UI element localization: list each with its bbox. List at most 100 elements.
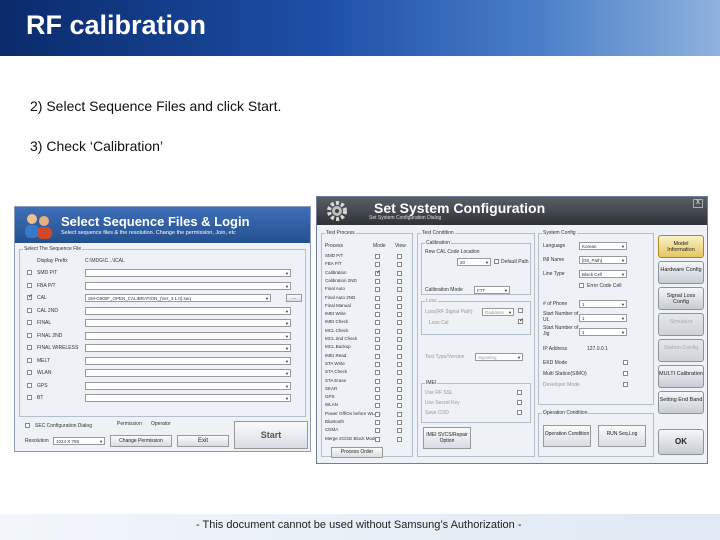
sequence-file-checkbox[interactable] — [27, 270, 32, 275]
process-view-checkbox[interactable] — [397, 320, 402, 326]
multi-station-checkbox[interactable] — [623, 371, 628, 376]
process-mode-checkbox[interactable] — [375, 345, 380, 351]
start-button[interactable]: Start — [234, 421, 308, 449]
start-num-ul-field[interactable]: 1 — [579, 314, 627, 322]
process-view-checkbox[interactable] — [397, 411, 402, 417]
browse-button[interactable]: ... — [286, 294, 302, 302]
exit-button[interactable]: Exit — [177, 435, 229, 447]
operation-condition-button[interactable]: Operation Condition — [543, 425, 591, 447]
process-mode-checkbox[interactable] — [375, 420, 380, 425]
process-view-checkbox[interactable] — [397, 428, 402, 434]
process-mode-checkbox[interactable] — [375, 370, 380, 376]
sequence-file-checkbox[interactable] — [27, 293, 33, 300]
process-view-checkbox[interactable] — [397, 337, 402, 342]
process-view-checkbox[interactable] — [397, 420, 402, 425]
imei-svcs-button[interactable]: IMEI SVCS/Repair Option — [423, 427, 471, 449]
process-mode-checkbox[interactable] — [375, 328, 380, 334]
test-type-select[interactable]: Signaling — [475, 353, 523, 361]
process-mode-checkbox[interactable] — [375, 403, 380, 409]
process-view-checkbox[interactable] — [397, 345, 402, 351]
sequence-file-select[interactable] — [85, 281, 291, 290]
process-mode-checkbox[interactable] — [375, 411, 380, 417]
sequence-file-checkbox[interactable] — [27, 332, 32, 338]
sequence-file-checkbox[interactable] — [27, 357, 32, 363]
process-mode-checkbox[interactable] — [375, 269, 381, 276]
sequence-file-checkbox[interactable] — [27, 395, 32, 400]
default-path-checkbox[interactable] — [494, 259, 499, 264]
change-permission-button[interactable]: Change Permission — [110, 435, 172, 447]
sequence-file-checkbox[interactable] — [27, 382, 32, 388]
process-mode-checkbox[interactable] — [375, 320, 380, 326]
rew-cal-select[interactable]: 20 — [457, 258, 491, 266]
loss-select[interactable]: Radiation — [482, 308, 514, 316]
process-mode-checkbox[interactable] — [375, 386, 380, 392]
ekd-mode-checkbox[interactable] — [623, 360, 628, 365]
ok-button[interactable]: OK — [658, 429, 704, 455]
process-mode-checkbox[interactable] — [375, 337, 380, 342]
sequence-file-select[interactable] — [85, 269, 291, 277]
process-view-checkbox[interactable] — [397, 403, 402, 409]
process-view-checkbox[interactable] — [397, 353, 402, 359]
process-view-checkbox[interactable] — [397, 378, 402, 384]
sequence-file-checkbox[interactable] — [27, 345, 32, 350]
run-seq-log-button[interactable]: RUN Seq.Log — [598, 425, 646, 447]
process-order-button[interactable]: Process Order — [331, 447, 383, 458]
line-type-select[interactable]: Black Cell — [579, 270, 627, 278]
sec-config-checkbox[interactable] — [25, 423, 30, 428]
process-view-checkbox[interactable] — [397, 278, 402, 284]
side-button[interactable]: Station Config — [658, 339, 704, 362]
process-view-checkbox[interactable] — [397, 262, 402, 268]
sequence-file-select[interactable]: SM-G900F_OPEN_CALIBRATION_(Ver_3.1.0).se… — [85, 294, 271, 302]
sequence-file-select[interactable] — [85, 306, 291, 315]
process-mode-checkbox[interactable] — [375, 254, 380, 259]
use-secret-key-checkbox[interactable] — [517, 400, 522, 405]
side-button[interactable]: Model Information — [658, 235, 704, 258]
sequence-file-select[interactable] — [85, 369, 291, 377]
cal-mode-select[interactable]: FTT — [474, 286, 510, 294]
process-mode-checkbox[interactable] — [375, 378, 380, 384]
process-mode-checkbox[interactable] — [375, 287, 380, 293]
loss-cal-checkbox[interactable] — [518, 317, 524, 324]
sequence-file-checkbox[interactable] — [27, 320, 32, 325]
developer-mode-checkbox[interactable] — [623, 382, 628, 387]
save-cod-checkbox[interactable] — [517, 410, 522, 415]
sequence-file-checkbox[interactable] — [27, 282, 32, 288]
sequence-file-select[interactable] — [85, 381, 291, 390]
process-view-checkbox[interactable] — [397, 370, 402, 376]
process-view-checkbox[interactable] — [397, 303, 402, 309]
process-mode-checkbox[interactable] — [375, 395, 380, 401]
side-button[interactable]: Signal Loss Config — [658, 287, 704, 310]
process-view-checkbox[interactable] — [397, 386, 402, 392]
process-view-checkbox[interactable] — [397, 312, 402, 318]
sequence-file-select[interactable] — [85, 356, 291, 365]
language-select[interactable]: Korean — [579, 242, 627, 250]
sequence-file-checkbox[interactable] — [27, 307, 32, 313]
sequence-file-select[interactable] — [85, 344, 291, 352]
side-button[interactable]: MULTI Calibration — [658, 365, 704, 388]
process-view-checkbox[interactable] — [397, 270, 402, 276]
process-mode-checkbox[interactable] — [375, 303, 380, 309]
process-mode-checkbox[interactable] — [375, 262, 380, 268]
side-button[interactable]: Simulator — [658, 313, 704, 336]
process-mode-checkbox[interactable] — [375, 428, 380, 434]
process-mode-checkbox[interactable] — [375, 295, 380, 301]
side-button[interactable]: Hardware Config — [658, 261, 704, 284]
process-mode-checkbox[interactable] — [375, 361, 380, 367]
close-button[interactable]: X — [693, 199, 703, 208]
process-mode-checkbox[interactable] — [375, 436, 380, 442]
process-view-checkbox[interactable] — [397, 295, 402, 301]
process-view-checkbox[interactable] — [397, 361, 402, 367]
process-view-checkbox[interactable] — [397, 328, 402, 334]
sequence-file-select[interactable] — [85, 319, 291, 327]
start-num-jig-field[interactable]: 1 — [579, 328, 627, 336]
resolution-select[interactable]: 1024 X 768 — [53, 437, 105, 445]
process-view-checkbox[interactable] — [397, 287, 402, 293]
process-view-checkbox[interactable] — [397, 254, 402, 259]
side-button[interactable]: Setting End Band — [658, 391, 704, 414]
error-code-cell-checkbox[interactable] — [579, 283, 584, 288]
process-mode-checkbox[interactable] — [375, 353, 380, 359]
process-mode-checkbox[interactable] — [375, 278, 380, 284]
sequence-file-select[interactable] — [85, 331, 291, 340]
process-view-checkbox[interactable] — [397, 395, 402, 401]
process-view-checkbox[interactable] — [397, 436, 402, 442]
